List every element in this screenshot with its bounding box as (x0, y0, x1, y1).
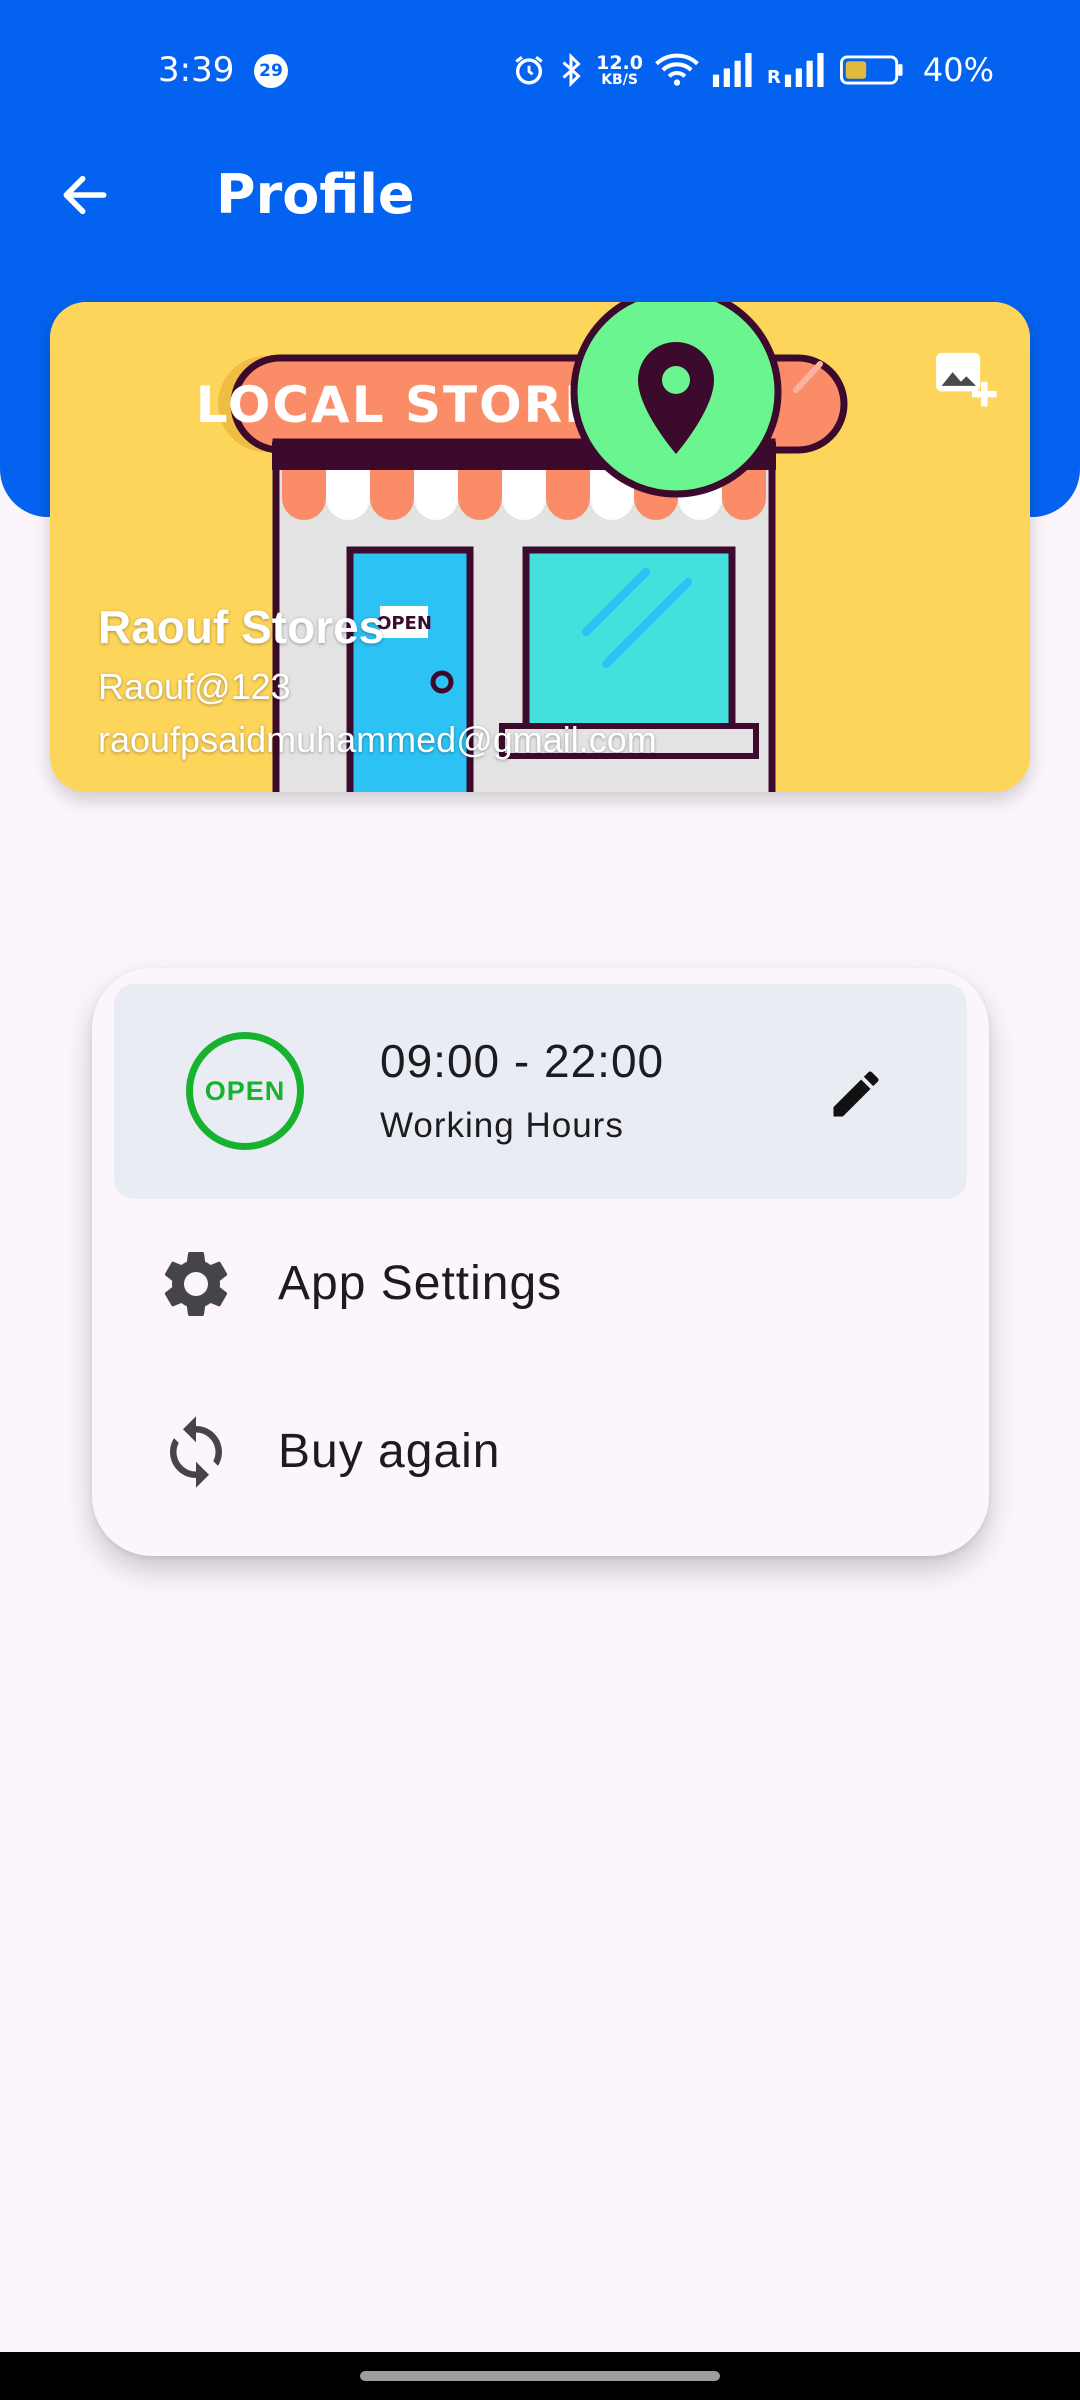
status-icons: 12.0 KB/S R 40% (512, 48, 994, 92)
arrow-left-icon (63, 175, 107, 215)
cover-sign-text: LOCAL STORE (196, 376, 601, 434)
page-title: Profile (216, 163, 415, 226)
working-hours-label: Working Hours (380, 1106, 624, 1145)
profile-menu-card: OPEN 09:00 - 22:00 Working Hours App Set… (92, 968, 989, 1556)
store-info: Raouf Stores Raouf@123 raoufpsaidmuhamme… (98, 597, 657, 765)
bluetooth-icon (562, 52, 581, 88)
network-speed: 12.0 KB/S (596, 51, 643, 88)
refresh-icon-wrap (156, 1412, 236, 1492)
menu-item-label: Buy again (278, 1425, 501, 1478)
add-photo-icon (936, 352, 997, 407)
menu-item-app-settings[interactable]: App Settings (114, 1204, 967, 1364)
back-button[interactable] (40, 160, 130, 230)
store-cover-card: LOCAL STORE OPEN Raouf Stores Raouf@123 … (50, 302, 1030, 792)
menu-item-label: App Settings (278, 1257, 563, 1310)
refresh-icon (170, 1416, 222, 1488)
gear-icon-wrap (156, 1244, 236, 1324)
battery-icon (839, 55, 903, 85)
status-time: 3:39 (158, 50, 235, 90)
working-hours-time: 09:00 - 22:00 (380, 1035, 665, 1087)
open-status-badge: OPEN (186, 1032, 304, 1150)
signal-roaming-icon (784, 53, 824, 87)
menu-item-buy-again[interactable]: Buy again (114, 1372, 967, 1532)
system-nav-bar (0, 2352, 1080, 2400)
store-username: Raouf@123 (98, 666, 291, 707)
wifi-icon (655, 53, 699, 86)
store-name: Raouf Stores (98, 601, 385, 653)
store-email: raoufpsaidmuhammed@gmail.com (98, 719, 657, 760)
battery-percent: 40% (922, 51, 994, 89)
network-speed-value: 12.0 (596, 51, 643, 74)
edit-hours-button[interactable] (814, 1052, 898, 1136)
working-hours-row[interactable]: OPEN 09:00 - 22:00 Working Hours (114, 984, 967, 1199)
signal-icon (712, 53, 752, 87)
pencil-icon (833, 1071, 879, 1117)
home-gesture-handle[interactable] (360, 2371, 720, 2381)
app-bar: Profile (0, 140, 1080, 250)
add-photo-button[interactable] (932, 346, 998, 412)
gear-icon (164, 1252, 228, 1316)
alarm-icon (515, 56, 543, 85)
status-bar: 3:39 29 12.0 KB/S R 40% (0, 0, 1080, 140)
roaming-label: R (767, 67, 781, 88)
notification-count-badge: 29 (254, 54, 288, 88)
network-speed-unit: KB/S (601, 71, 638, 88)
